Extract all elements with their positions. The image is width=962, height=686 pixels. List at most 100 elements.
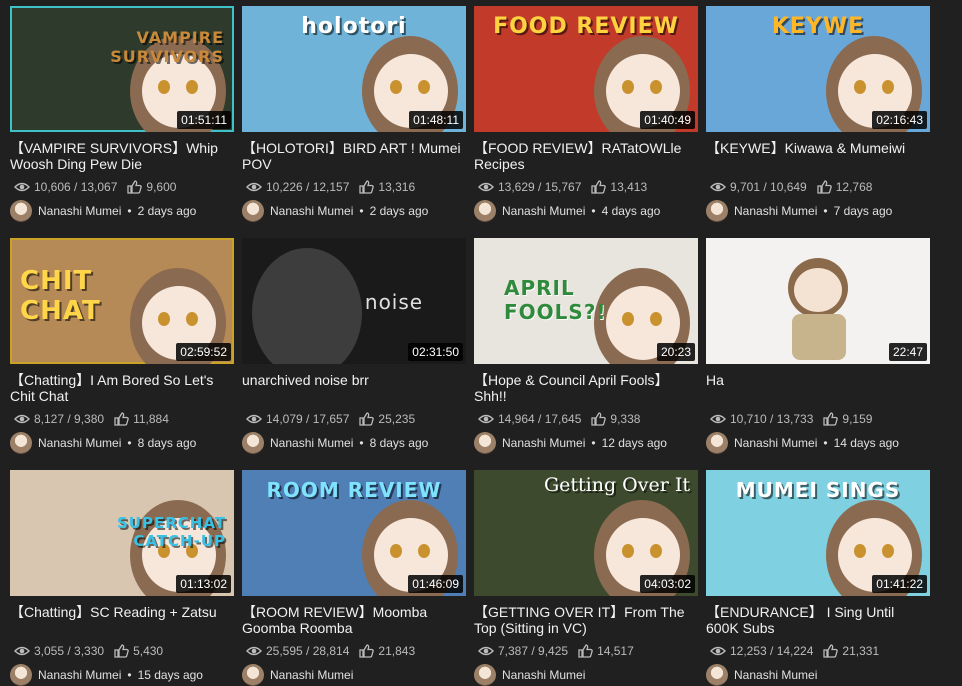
video-card[interactable]: VAMPIRE SURVIVORS 01:51:11 【VAMPIRE SURVIV… [10, 6, 234, 222]
video-card[interactable]: SUPERCHAT CATCH-UP 01:13:02 【Chatting】SC R… [10, 470, 234, 686]
channel-avatar[interactable] [474, 664, 496, 686]
video-title[interactable]: 【Chatting】SC Reading + Zatsu [10, 604, 234, 620]
channel-name[interactable]: Nanashi Mumei [38, 668, 121, 682]
video-thumbnail[interactable]: VAMPIRE SURVIVORS 01:51:11 [10, 6, 234, 132]
eye-icon [246, 181, 262, 193]
channel-avatar[interactable] [242, 664, 264, 686]
video-stats: 3,055 / 3,330 5,430 [10, 644, 234, 658]
video-card[interactable]: holotori 01:48:11 【HOLOTORI】BIRD ART ! Mum… [242, 6, 466, 222]
video-title[interactable]: 【Chatting】I Am Bored So Let's Chit Chat [10, 372, 234, 404]
channel-row[interactable]: Nanashi Mumei • 7 days ago [706, 200, 930, 222]
video-thumbnail[interactable]: 22:47 [706, 238, 930, 364]
upload-age: 4 days ago [601, 204, 661, 218]
channel-name[interactable]: Nanashi Mumei [734, 204, 817, 218]
thumbs-up-icon [591, 412, 607, 426]
video-title[interactable]: 【HOLOTORI】BIRD ART ! Mumei POV [242, 140, 466, 172]
video-title[interactable]: 【GETTING OVER IT】From The Top (Sitting i… [474, 604, 698, 636]
channel-name[interactable]: Nanashi Mumei [734, 668, 817, 682]
eye-icon [710, 181, 726, 193]
channel-avatar[interactable] [10, 432, 32, 454]
channel-name[interactable]: Nanashi Mumei [38, 436, 121, 450]
channel-avatar[interactable] [10, 200, 32, 222]
video-stats: 10,606 / 13,067 9,600 [10, 180, 234, 194]
channel-name[interactable]: Nanashi Mumei [502, 204, 585, 218]
video-title[interactable]: 【ROOM REVIEW】Moomba Goomba Roomba [242, 604, 466, 636]
channel-row[interactable]: Nanashi Mumei • 4 days ago [474, 200, 698, 222]
view-count: 8,127 / 9,380 [34, 412, 105, 426]
duration-badge: 02:31:50 [408, 343, 463, 361]
view-count: 25,595 / 28,814 [266, 644, 350, 658]
video-card[interactable]: FOOD REVIEW 01:40:49 【FOOD REVIEW】RATatOWL… [474, 6, 698, 222]
video-thumbnail[interactable]: ROOM REVIEW 01:46:09 [242, 470, 466, 596]
channel-avatar[interactable] [474, 200, 496, 222]
channel-row[interactable]: Nanashi Mumei [706, 664, 930, 686]
video-title[interactable]: unarchived noise brr [242, 372, 466, 388]
channel-avatar[interactable] [706, 432, 728, 454]
channel-avatar[interactable] [10, 664, 32, 686]
duration-badge: 04:03:02 [640, 575, 695, 593]
duration-badge: 01:40:49 [640, 111, 695, 129]
channel-avatar[interactable] [706, 200, 728, 222]
video-thumbnail[interactable]: KEYWE 02:16:43 [706, 6, 930, 132]
video-thumbnail[interactable]: SUPERCHAT CATCH-UP 01:13:02 [10, 470, 234, 596]
channel-row[interactable]: Nanashi Mumei [474, 664, 698, 686]
channel-row[interactable]: Nanashi Mumei • 15 days ago [10, 664, 234, 686]
video-title[interactable]: 【Hope & Council April Fools】Shh!! [474, 372, 698, 404]
video-thumbnail[interactable]: noise 02:31:50 [242, 238, 466, 364]
video-card[interactable]: ROOM REVIEW 01:46:09 【ROOM REVIEW】Moomba G… [242, 470, 466, 686]
video-thumbnail[interactable]: Getting Over It 04:03:02 [474, 470, 698, 596]
video-thumbnail[interactable]: holotori 01:48:11 [242, 6, 466, 132]
like-count: 12,768 [835, 180, 873, 194]
channel-avatar[interactable] [474, 432, 496, 454]
thumbnail-text: APRIL FOOLS?! [504, 276, 607, 324]
channel-name[interactable]: Nanashi Mumei [270, 668, 353, 682]
channel-avatar[interactable] [242, 432, 264, 454]
video-title[interactable]: 【FOOD REVIEW】RATatOWLle Recipes [474, 140, 698, 172]
thumbnail-text: holotori [301, 14, 407, 39]
view-count: 14,079 / 17,657 [266, 412, 350, 426]
like-count: 9,159 [842, 412, 873, 426]
video-card[interactable]: 22:47 Ha 10,710 / 13,733 9,159 Nanashi Mumei… [706, 238, 930, 454]
channel-name[interactable]: Nanashi Mumei [270, 204, 353, 218]
channel-avatar[interactable] [706, 664, 728, 686]
video-thumbnail[interactable]: MUMEI SINGS 01:41:22 [706, 470, 930, 596]
eye-icon [246, 413, 262, 425]
thumbs-up-icon [359, 412, 375, 426]
video-stats: 12,253 / 14,224 21,331 [706, 644, 930, 658]
video-thumbnail[interactable]: APRIL FOOLS?! 20:23 [474, 238, 698, 364]
like-count: 13,316 [378, 180, 416, 194]
channel-row[interactable]: Nanashi Mumei • 8 days ago [10, 432, 234, 454]
video-card[interactable]: CHIT CHAT 02:59:52 【Chatting】I Am Bored So… [10, 238, 234, 454]
channel-row[interactable]: Nanashi Mumei • 14 days ago [706, 432, 930, 454]
upload-age: 12 days ago [601, 436, 667, 450]
video-thumbnail[interactable]: CHIT CHAT 02:59:52 [10, 238, 234, 364]
channel-row[interactable]: Nanashi Mumei • 12 days ago [474, 432, 698, 454]
channel-avatar[interactable] [242, 200, 264, 222]
channel-row[interactable]: Nanashi Mumei • 2 days ago [10, 200, 234, 222]
channel-name[interactable]: Nanashi Mumei [502, 668, 585, 682]
video-card[interactable]: noise 02:31:50 unarchived noise brr 14,079 … [242, 238, 466, 454]
channel-name[interactable]: Nanashi Mumei [502, 436, 585, 450]
video-card[interactable]: APRIL FOOLS?! 20:23 【Hope & Council April … [474, 238, 698, 454]
video-title[interactable]: 【KEYWE】Kiwawa & Mumeiwi [706, 140, 930, 156]
thumbs-up-icon [114, 412, 129, 426]
separator: • [591, 436, 596, 450]
channel-row[interactable]: Nanashi Mumei [242, 664, 466, 686]
view-count: 13,629 / 15,767 [498, 180, 582, 194]
view-count: 9,701 / 10,649 [730, 180, 807, 194]
upload-age: 2 days ago [369, 204, 429, 218]
video-title[interactable]: 【VAMPIRE SURVIVORS】Whip Woosh Ding Pew D… [10, 140, 234, 172]
like-count: 13,413 [610, 180, 648, 194]
channel-name[interactable]: Nanashi Mumei [734, 436, 817, 450]
video-card[interactable]: MUMEI SINGS 01:41:22 【ENDURANCE】 I Sing Un… [706, 470, 930, 686]
video-title[interactable]: 【ENDURANCE】 I Sing Until 600K Subs [706, 604, 930, 636]
video-title[interactable]: Ha [706, 372, 930, 388]
video-thumbnail[interactable]: FOOD REVIEW 01:40:49 [474, 6, 698, 132]
channel-name[interactable]: Nanashi Mumei [38, 204, 121, 218]
channel-row[interactable]: Nanashi Mumei • 8 days ago [242, 432, 466, 454]
video-card[interactable]: Getting Over It 04:03:02 【GETTING OVER IT】… [474, 470, 698, 686]
video-card[interactable]: KEYWE 02:16:43 【KEYWE】Kiwawa & Mumeiwi 9,70… [706, 6, 930, 222]
view-count: 14,964 / 17,645 [498, 412, 582, 426]
channel-name[interactable]: Nanashi Mumei [270, 436, 353, 450]
channel-row[interactable]: Nanashi Mumei • 2 days ago [242, 200, 466, 222]
